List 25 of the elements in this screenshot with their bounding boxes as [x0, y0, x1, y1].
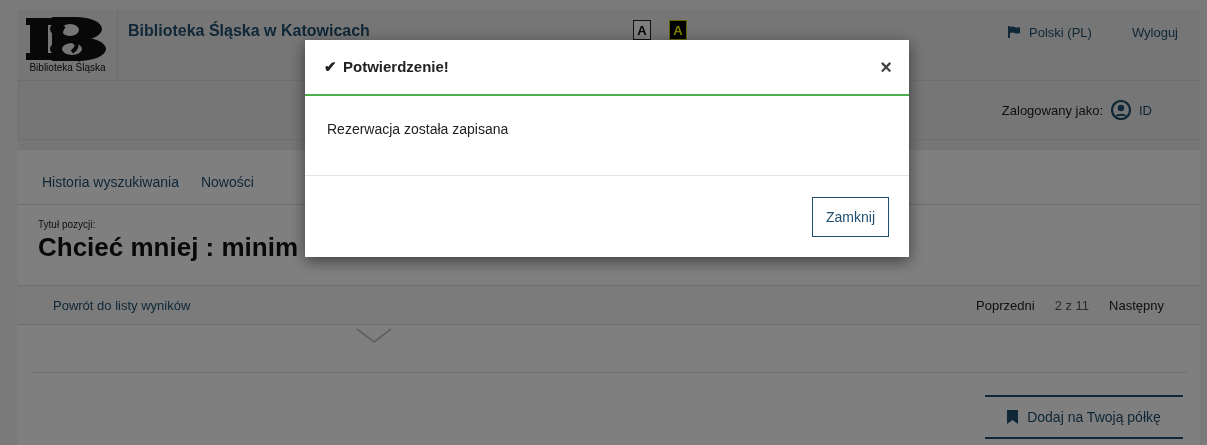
previous-link[interactable]: Poprzedni — [976, 297, 1035, 313]
close-button[interactable]: × — [878, 55, 894, 79]
flag-icon — [1007, 26, 1021, 38]
close-dialog-button[interactable]: Zamknij — [812, 196, 889, 237]
contrast-button[interactable]: A — [633, 20, 651, 40]
contrast-button[interactable]: A — [669, 20, 687, 40]
logged-in-label: Zalogowany jako: — [1001, 102, 1103, 118]
add-to-shelf-button[interactable]: Dodaj na Twoją półkę — [985, 395, 1183, 439]
record-title: Chcieć mniej : minim — [38, 232, 300, 263]
title-label: Tytuł pozycji: — [38, 219, 97, 230]
dialog-title: Potwierdzenie! — [343, 58, 449, 76]
back-link[interactable]: Powrót do listy wyników — [53, 297, 191, 313]
user-icon — [1111, 100, 1131, 120]
logout-link[interactable]: Wyloguj — [1131, 22, 1178, 42]
check-icon: ✔ — [324, 58, 337, 76]
result-position: 2 z 11 — [1054, 297, 1090, 313]
user-name[interactable]: ID — [1139, 102, 1152, 118]
next-link[interactable]: Następny — [1109, 297, 1164, 313]
dialog-message: Rezerwacja została zapisana — [327, 121, 509, 137]
logo-caption: Biblioteka Śląska — [29, 62, 106, 73]
nav-link[interactable]: Nowości — [200, 174, 254, 190]
language-link[interactable]: Polski (PL) — [1007, 22, 1092, 42]
nav-link[interactable]: Historia wyszukiwania — [42, 174, 179, 190]
chevron-icon — [356, 328, 392, 344]
bookmark-icon — [1007, 410, 1019, 424]
